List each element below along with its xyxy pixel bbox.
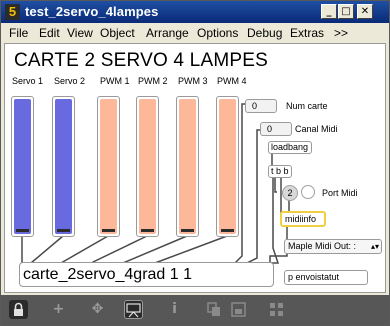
menu-object[interactable]: Object xyxy=(100,26,135,40)
midi-port-menu[interactable]: Maple Midi Out: : ▴▾ xyxy=(284,239,382,254)
patcher-heading: CARTE 2 SERVO 4 LAMPES xyxy=(14,50,268,71)
patcher-canvas[interactable]: CARTE 2 SERVO 4 LAMPES Servo 1 Servo 2 P… xyxy=(4,43,386,293)
num-carte-box[interactable]: 0 xyxy=(245,99,277,113)
slider-knob[interactable] xyxy=(102,229,115,232)
menu-edit[interactable]: Edit xyxy=(39,26,60,40)
slider-fill xyxy=(14,99,31,234)
slider-fill xyxy=(55,99,72,234)
presentation-icon[interactable] xyxy=(124,300,143,319)
menu-arrange[interactable]: Arrange xyxy=(146,26,189,40)
slider-fill xyxy=(100,99,117,234)
menu-view[interactable]: View xyxy=(67,26,93,40)
app-icon: 5 xyxy=(5,4,20,20)
slider-label-pwm3: PWM 3 xyxy=(178,76,208,86)
slider-fill xyxy=(179,99,196,234)
menu-more[interactable]: >> xyxy=(334,26,348,40)
menu-bar: File Edit View Object Arrange Options De… xyxy=(1,23,389,43)
slider-label-pwm4: PWM 4 xyxy=(217,76,247,86)
menu-extras[interactable]: Extras xyxy=(290,26,324,40)
slider-knob[interactable] xyxy=(57,229,70,232)
slider-fill xyxy=(139,99,156,234)
patcher-window: 5 test_2servo_4lampes _ □ ✕ File Edit Vi… xyxy=(0,0,390,326)
slider-fill xyxy=(219,99,236,234)
loadbang-object[interactable]: loadbang xyxy=(268,141,312,154)
port-midi-inlet xyxy=(301,185,315,199)
maximize-button[interactable]: □ xyxy=(338,4,354,19)
menu-arrows-icon: ▴▾ xyxy=(370,242,379,251)
paste-icon[interactable] xyxy=(229,300,248,319)
envoistatut-object[interactable]: p envoistatut xyxy=(284,270,368,285)
slider-pwm1[interactable] xyxy=(97,96,120,237)
trigger-object[interactable]: t b b xyxy=(268,165,292,178)
lock-icon[interactable] xyxy=(9,300,28,319)
midi-port-value: Maple Midi Out: : xyxy=(288,241,357,251)
slider-label-servo2: Servo 2 xyxy=(54,76,86,86)
slider-pwm2[interactable] xyxy=(136,96,159,237)
slider-knob[interactable] xyxy=(16,229,29,232)
slider-servo1[interactable] xyxy=(11,96,34,237)
bottom-toolbar: + ✥ i xyxy=(1,295,389,325)
main-object[interactable]: carte_2servo_4grad 1 1 xyxy=(19,262,274,287)
info-icon[interactable]: i xyxy=(165,300,184,319)
menu-file[interactable]: File xyxy=(9,26,28,40)
slider-knob[interactable] xyxy=(221,229,234,232)
canal-midi-box[interactable]: 0 xyxy=(260,122,292,136)
canal-midi-label: Canal Midi xyxy=(295,124,338,134)
close-button[interactable]: ✕ xyxy=(357,4,373,19)
midiinfo-object[interactable]: midiinfo xyxy=(280,211,326,227)
minimize-button[interactable]: _ xyxy=(321,4,337,19)
grid-icon[interactable] xyxy=(267,300,286,319)
port-number-box[interactable]: 2 xyxy=(282,185,298,201)
slider-pwm4[interactable] xyxy=(216,96,239,237)
move-icon[interactable]: ✥ xyxy=(88,300,107,319)
title-bar[interactable]: 5 test_2servo_4lampes _ □ ✕ xyxy=(1,1,389,23)
slider-label-pwm1: PWM 1 xyxy=(100,76,130,86)
copy-icon[interactable] xyxy=(205,300,224,319)
port-midi-label: Port Midi xyxy=(322,188,358,198)
slider-knob[interactable] xyxy=(141,229,154,232)
num-carte-label: Num carte xyxy=(286,101,328,111)
window-title: test_2servo_4lampes xyxy=(25,4,159,19)
menu-debug[interactable]: Debug xyxy=(247,26,282,40)
slider-label-servo1: Servo 1 xyxy=(12,76,44,86)
slider-servo2[interactable] xyxy=(52,96,75,237)
add-icon[interactable]: + xyxy=(49,300,68,319)
slider-pwm3[interactable] xyxy=(176,96,199,237)
menu-options[interactable]: Options xyxy=(197,26,238,40)
slider-label-pwm2: PWM 2 xyxy=(138,76,168,86)
slider-knob[interactable] xyxy=(181,229,194,232)
